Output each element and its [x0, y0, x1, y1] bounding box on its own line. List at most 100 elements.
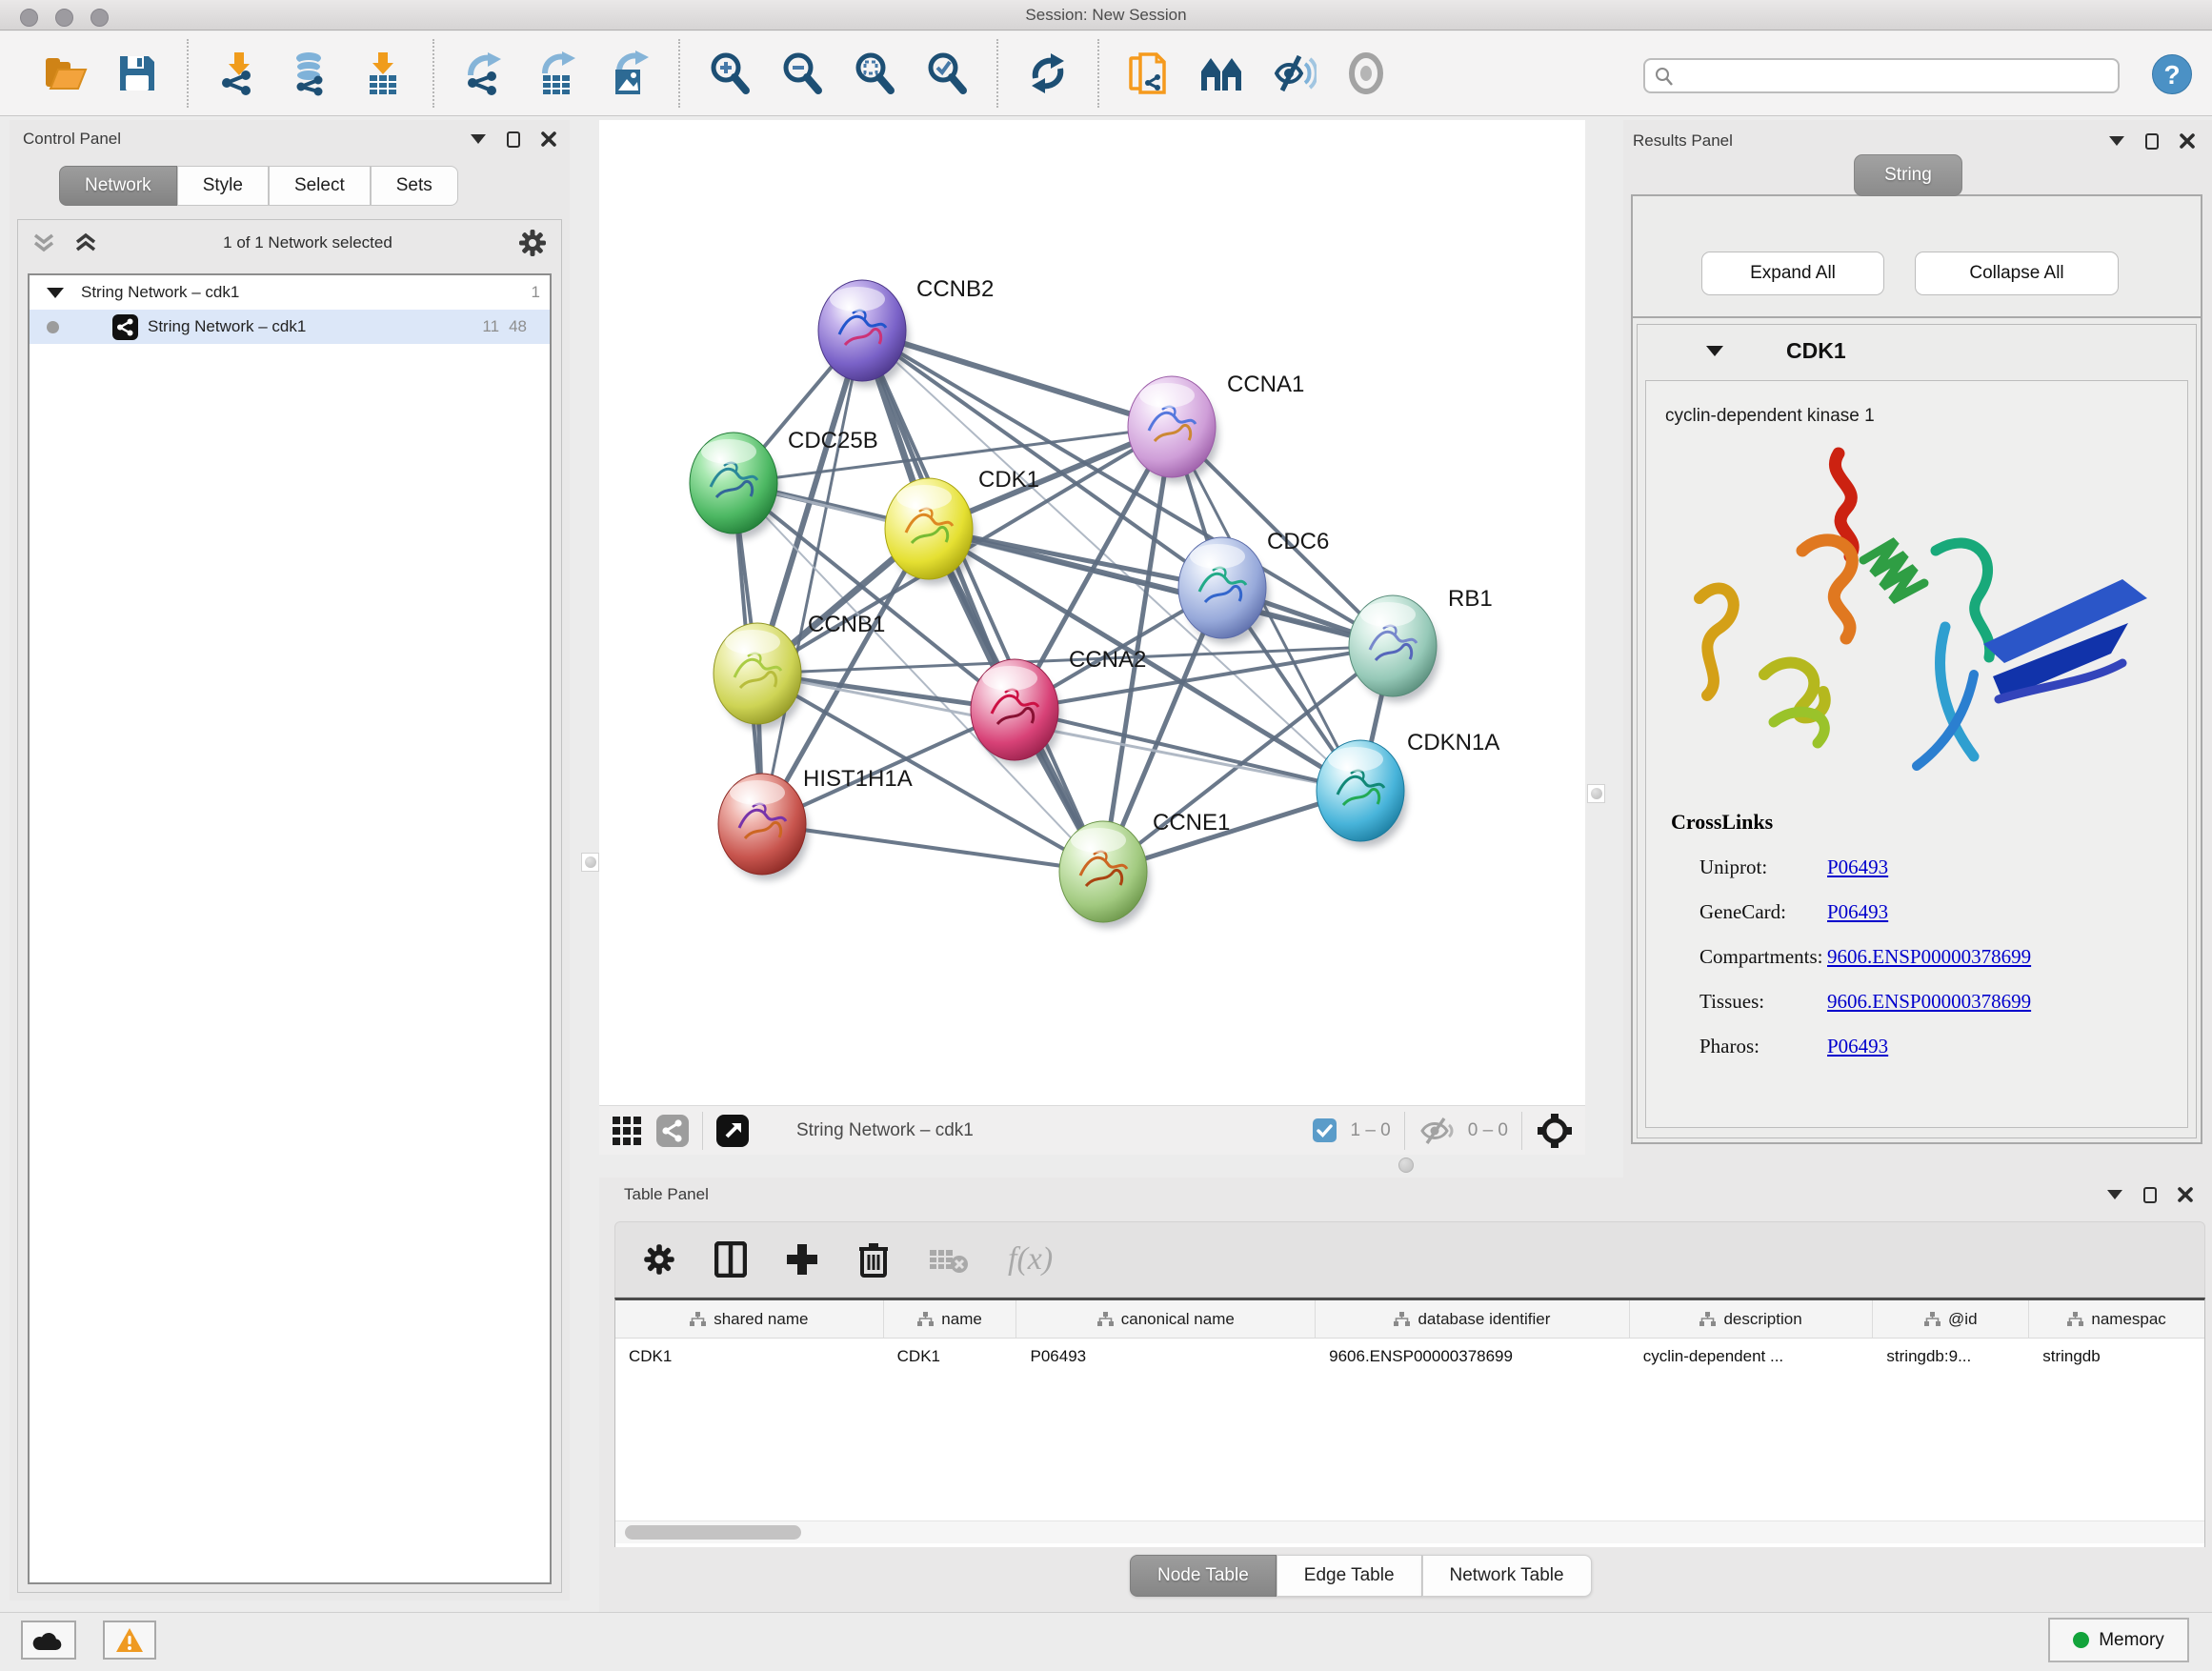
export-image-icon[interactable] [606, 50, 652, 96]
right-splitter-handle[interactable] [1587, 784, 1605, 803]
open-file-icon[interactable] [42, 50, 88, 96]
horizontal-scrollbar[interactable] [615, 1520, 2204, 1543]
tab-network[interactable]: Network [59, 166, 177, 206]
tab-sets[interactable]: Sets [371, 166, 458, 206]
table-panel-menu-icon[interactable] [2107, 1190, 2122, 1199]
tab-edge-table[interactable]: Edge Table [1277, 1555, 1422, 1597]
cell-description[interactable]: cyclin-dependent ... [1630, 1339, 1874, 1375]
column-header[interactable]: database identifier [1316, 1300, 1630, 1338]
close-window-button[interactable] [20, 9, 38, 27]
warning-icon [115, 1627, 144, 1653]
memory-label: Memory [2099, 1630, 2164, 1651]
network-edge[interactable] [762, 331, 862, 824]
search-input[interactable] [1676, 67, 2118, 86]
export-network-icon[interactable] [461, 50, 507, 96]
cell-namespace[interactable]: stringdb [2029, 1339, 2204, 1375]
zoom-in-icon[interactable] [707, 50, 753, 96]
tab-node-table[interactable]: Node Table [1130, 1555, 1277, 1597]
collection-label: String Network – cdk1 [81, 283, 239, 302]
collapse-collection-icon[interactable] [47, 288, 64, 298]
column-header[interactable]: namespac [2029, 1300, 2204, 1338]
fit-content-crosshair-icon[interactable] [1536, 1112, 1574, 1150]
expand-all-button[interactable]: Expand All [1701, 252, 1884, 295]
import-table-icon[interactable] [360, 50, 406, 96]
panel-menu-icon[interactable] [471, 134, 486, 144]
float-panel-icon[interactable] [507, 131, 520, 148]
network-view-title: String Network – cdk1 [796, 1120, 974, 1141]
cloud-button[interactable] [21, 1621, 76, 1660]
results-close-panel-icon[interactable] [2180, 133, 2195, 149]
tab-string[interactable]: String [1854, 154, 1962, 196]
column-header[interactable]: shared name [615, 1300, 884, 1338]
duplicate-network-icon[interactable] [1126, 50, 1172, 96]
crosslink-link-genecard[interactable]: P06493 [1827, 900, 1888, 924]
function-builder-icon[interactable]: f(x) [1008, 1241, 1053, 1278]
cell-database-identifier[interactable]: 9606.ENSP00000378699 [1316, 1339, 1630, 1375]
memory-button[interactable]: Memory [2048, 1618, 2189, 1662]
table-row[interactable]: CDK1 CDK1 P06493 9606.ENSP00000378699 cy… [615, 1339, 2204, 1375]
zoom-fit-icon[interactable] [852, 50, 897, 96]
column-header[interactable]: @id [1873, 1300, 2029, 1338]
scrollbar-thumb[interactable] [625, 1525, 801, 1540]
cell-id[interactable]: stringdb:9... [1873, 1339, 2029, 1375]
save-session-icon[interactable] [114, 50, 160, 96]
crosslink-label: GeneCard: [1646, 900, 1827, 924]
results-panel-menu-icon[interactable] [2109, 136, 2124, 146]
selected-nodes-checkbox[interactable] [1313, 1118, 1337, 1142]
crosslink-link-pharos[interactable]: P06493 [1827, 1035, 1888, 1058]
tab-select[interactable]: Select [269, 166, 371, 206]
column-header[interactable]: description [1630, 1300, 1874, 1338]
network-canvas[interactable]: CCNB2CCNA1CDC25BCDK1CDC6RB1CCNB1CCNA2CDK… [599, 120, 1585, 1105]
birdseye-view-icon[interactable] [716, 1115, 749, 1147]
crosslink-link-tissues[interactable]: 9606.ENSP00000378699 [1827, 990, 2031, 1014]
show-columns-icon[interactable] [714, 1241, 747, 1278]
crosslink-label: Tissues: [1646, 990, 1827, 1014]
collapse-all-networks-icon[interactable] [31, 232, 56, 254]
network-node-label: RB1 [1448, 586, 1493, 612]
network-edge[interactable] [1015, 710, 1360, 791]
show-graphics-details-icon[interactable] [1343, 50, 1389, 96]
help-icon[interactable]: ? [2152, 54, 2192, 94]
minimize-window-button[interactable] [55, 9, 73, 27]
column-header[interactable]: name [884, 1300, 1017, 1338]
results-float-panel-icon[interactable] [2145, 133, 2159, 150]
zoom-selected-icon[interactable] [924, 50, 970, 96]
cell-name[interactable]: CDK1 [884, 1339, 1017, 1375]
cell-shared-name[interactable]: CDK1 [615, 1339, 884, 1375]
export-table-icon[interactable] [533, 50, 579, 96]
maximize-window-button[interactable] [90, 9, 109, 27]
cell-canonical-name[interactable]: P06493 [1017, 1339, 1317, 1375]
network-collection-row[interactable]: String Network – cdk1 1 [30, 275, 550, 310]
import-database-icon[interactable] [288, 50, 333, 96]
first-neighbors-icon[interactable] [1198, 50, 1244, 96]
column-header[interactable]: canonical name [1016, 1300, 1316, 1338]
collapse-all-button[interactable]: Collapse All [1915, 252, 2119, 295]
delete-table-icon[interactable] [928, 1244, 970, 1275]
network-view-share-icon[interactable] [656, 1115, 689, 1147]
hide-graphics-details-icon[interactable] [1271, 50, 1317, 96]
table-options-gear-icon[interactable] [642, 1242, 676, 1277]
tab-network-table[interactable]: Network Table [1422, 1555, 1592, 1597]
network-options-gear-icon[interactable] [517, 228, 548, 258]
left-splitter-handle[interactable] [581, 853, 599, 872]
network-row[interactable]: String Network – cdk1 11 48 [30, 310, 550, 344]
search-box[interactable] [1643, 58, 2120, 93]
expand-all-networks-icon[interactable] [73, 232, 98, 254]
delete-column-icon[interactable] [857, 1241, 890, 1278]
tab-style[interactable]: Style [177, 166, 269, 206]
bottom-splitter-handle[interactable] [1398, 1158, 1414, 1173]
network-edge[interactable] [862, 331, 1172, 427]
warnings-button[interactable] [103, 1621, 156, 1660]
zoom-out-icon[interactable] [779, 50, 825, 96]
create-column-icon[interactable] [785, 1242, 819, 1277]
table-close-panel-icon[interactable] [2178, 1187, 2193, 1202]
import-network-icon[interactable] [215, 50, 261, 96]
collapse-entry-icon[interactable] [1706, 346, 1723, 356]
close-panel-icon[interactable] [541, 131, 556, 147]
grid-view-icon[interactable] [611, 1115, 643, 1147]
crosslink-link-compartments[interactable]: 9606.ENSP00000378699 [1827, 945, 2031, 969]
network-edge[interactable] [762, 824, 1103, 872]
table-float-panel-icon[interactable] [2143, 1187, 2157, 1203]
crosslink-link-uniprot[interactable]: P06493 [1827, 856, 1888, 879]
apply-layout-icon[interactable] [1025, 50, 1071, 96]
